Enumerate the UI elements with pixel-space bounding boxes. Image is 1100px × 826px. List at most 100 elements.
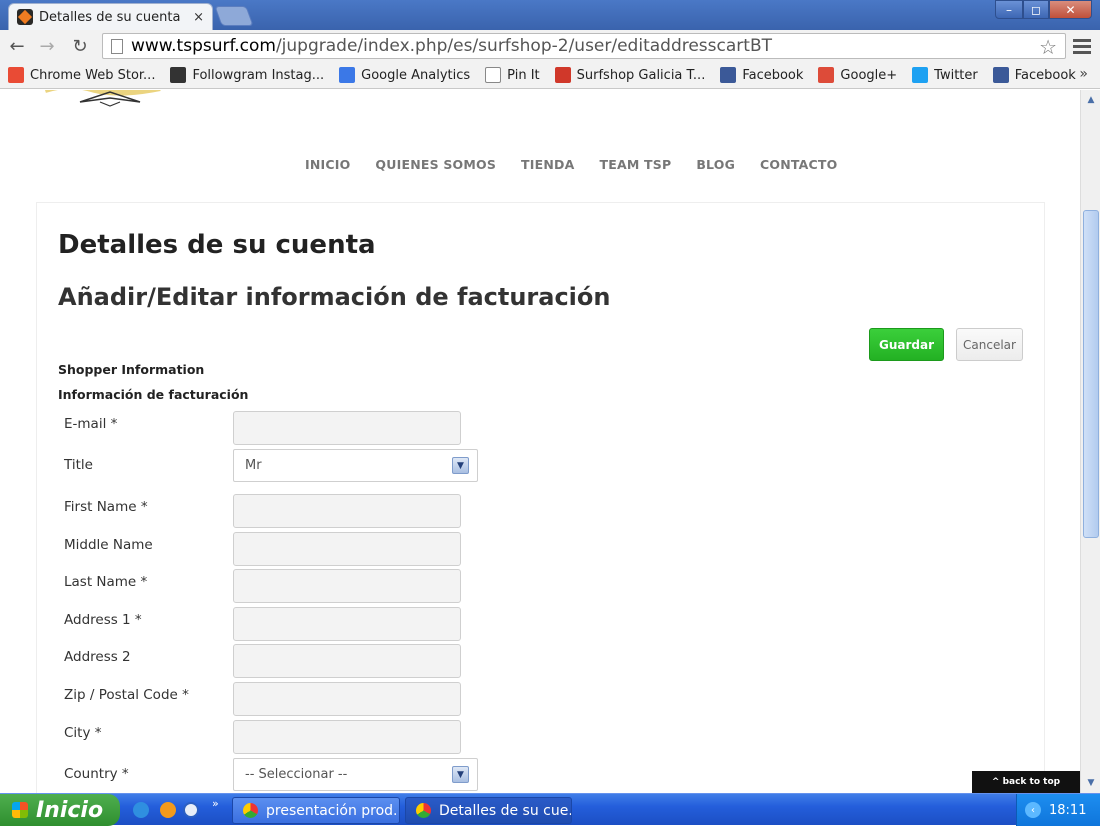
site-logo[interactable]	[40, 90, 175, 112]
nav-item-team-tsp[interactable]: TEAM TSP	[599, 157, 671, 172]
back-to-top-button[interactable]: ^ back to top	[972, 771, 1080, 793]
bookmarks-bar: Chrome Web Stor... Followgram Instag... Go…	[0, 62, 1100, 89]
forward-arrow-icon[interactable]: →	[35, 34, 59, 58]
quicklaunch-overflow-icon[interactable]: »	[212, 797, 219, 810]
chrome-icon	[243, 803, 258, 818]
bookmark-item[interactable]: Twitter	[912, 67, 978, 83]
system-tray: ‹ 18:11	[1016, 794, 1100, 826]
firefox-icon[interactable]	[160, 802, 176, 818]
maximize-button[interactable]: ◻	[1023, 0, 1049, 19]
scroll-up-icon[interactable]: ▲	[1083, 92, 1099, 108]
followgram-icon	[170, 67, 187, 83]
google-analytics-icon	[339, 67, 356, 83]
nav-item-quienes-somos[interactable]: QUIENES SOMOS	[375, 157, 496, 172]
zip-field[interactable]	[233, 682, 461, 716]
bookmark-label: Followgram Instag...	[192, 67, 325, 83]
page-icon	[111, 38, 123, 54]
title-label: Title	[64, 457, 93, 473]
reload-icon[interactable]: ↻	[68, 34, 92, 58]
chevron-down-icon[interactable]: ▼	[452, 766, 469, 783]
bookmark-label: Facebook	[1014, 67, 1076, 83]
scroll-down-icon[interactable]: ▼	[1083, 775, 1099, 791]
facebook-icon	[992, 67, 1009, 83]
chrome-icon	[416, 803, 431, 818]
bookmark-label: Facebook	[742, 67, 804, 83]
chrome-menu-icon[interactable]	[1073, 36, 1091, 56]
taskbar-item-account-details[interactable]: Detalles de su cue...	[405, 797, 572, 824]
chrome-web-store-icon	[8, 67, 24, 83]
bookmark-item[interactable]: Google Analytics	[339, 67, 470, 83]
bookmark-label: Google Analytics	[361, 67, 471, 83]
start-button[interactable]: Inicio	[0, 794, 120, 826]
title-select-value: Mr	[245, 458, 262, 473]
nav-item-tienda[interactable]: TIENDA	[521, 157, 574, 172]
app-launcher-icon[interactable]	[183, 802, 199, 818]
taskbar-item-presentation[interactable]: presentación prod...	[232, 797, 400, 824]
country-select-value: -- Seleccionar --	[245, 767, 348, 782]
email-field[interactable]	[233, 411, 461, 445]
browser-tab-bar: Detalles de su cuenta × – ◻ ✕	[0, 0, 1100, 30]
nav-item-contacto[interactable]: CONTACTO	[760, 157, 837, 172]
address2-field[interactable]	[233, 644, 461, 678]
email-label: E-mail *	[64, 416, 118, 432]
page-viewport: INICIO QUIENES SOMOS TIENDA TEAM TSP BLOG CON…	[0, 90, 1080, 793]
task-label: Detalles de su cue...	[439, 802, 572, 819]
address2-label: Address 2	[64, 649, 131, 665]
zip-label: Zip / Postal Code *	[64, 687, 189, 703]
first-name-label: First Name *	[64, 499, 148, 515]
url-path: /jupgrade/index.php/es/surfshop-2/user/e…	[275, 36, 772, 56]
minimize-button[interactable]: –	[995, 0, 1023, 19]
save-button[interactable]: Guardar	[869, 328, 944, 361]
bookmark-item[interactable]: Followgram Instag...	[170, 67, 324, 83]
billing-information-heading: Información de facturación	[58, 387, 249, 402]
bookmark-item[interactable]: Google+	[818, 67, 897, 83]
address-bar[interactable]: www.tspsurf.com/jupgrade/index.php/es/su…	[102, 33, 1066, 59]
last-name-field[interactable]	[233, 569, 461, 603]
bookmark-label: Surfshop Galicia T...	[576, 67, 706, 83]
browser-tab[interactable]: Detalles de su cuenta ×	[8, 3, 213, 30]
address1-field[interactable]	[233, 607, 461, 641]
bookmark-item[interactable]: Surfshop Galicia T...	[554, 67, 706, 83]
tab-title: Detalles de su cuenta	[39, 9, 181, 25]
city-field[interactable]	[233, 720, 461, 754]
middle-name-field[interactable]	[233, 532, 461, 566]
url-host: www.tspsurf.com	[131, 36, 276, 56]
surfshop-icon	[554, 67, 571, 83]
bookmarks-overflow-icon[interactable]: »	[1079, 66, 1088, 82]
bookmark-label: Pin It	[507, 67, 540, 83]
bookmark-item[interactable]: Pin It	[485, 67, 540, 83]
close-window-button[interactable]: ✕	[1049, 0, 1092, 19]
bookmark-item[interactable]: Facebook	[720, 67, 803, 83]
windows-taskbar: Inicio » presentación prod... Detalles d…	[0, 793, 1100, 826]
nav-item-inicio[interactable]: INICIO	[305, 157, 350, 172]
middle-name-label: Middle Name	[64, 537, 153, 553]
first-name-field[interactable]	[233, 494, 461, 528]
cancel-button[interactable]: Cancelar	[956, 328, 1023, 361]
shopper-information-heading: Shopper Information	[58, 362, 205, 377]
windows-logo-icon	[12, 802, 28, 818]
country-select[interactable]: -- Seleccionar -- ▼	[233, 758, 478, 791]
country-label: Country *	[64, 766, 129, 782]
tray-arrow-icon[interactable]: ‹	[1025, 802, 1041, 818]
start-label: Inicio	[36, 797, 104, 823]
page-title: Detalles de su cuenta	[58, 230, 376, 260]
main-navigation: INICIO QUIENES SOMOS TIENDA TEAM TSP BLOG CON…	[305, 157, 862, 172]
new-tab-button[interactable]	[214, 6, 254, 26]
bookmark-label: Chrome Web Stor...	[30, 67, 156, 83]
title-select[interactable]: Mr ▼	[233, 449, 478, 482]
bookmark-item[interactable]: Chrome Web Stor...	[8, 67, 155, 83]
google-plus-icon	[818, 67, 835, 83]
scroll-thumb[interactable]	[1083, 210, 1099, 538]
chevron-down-icon[interactable]: ▼	[452, 457, 469, 474]
internet-explorer-icon[interactable]	[133, 802, 149, 818]
address1-label: Address 1 *	[64, 612, 142, 628]
bookmark-item[interactable]: Facebook	[992, 67, 1076, 83]
bookmark-star-icon[interactable]: ☆	[1039, 35, 1057, 59]
page-icon	[485, 67, 502, 83]
nav-item-blog[interactable]: BLOG	[696, 157, 735, 172]
page-scrollbar[interactable]: ▲ ▼	[1080, 90, 1100, 793]
back-arrow-icon[interactable]: ←	[5, 34, 29, 58]
facebook-icon	[720, 67, 737, 83]
last-name-label: Last Name *	[64, 574, 148, 590]
tab-close-icon[interactable]: ×	[193, 10, 204, 25]
